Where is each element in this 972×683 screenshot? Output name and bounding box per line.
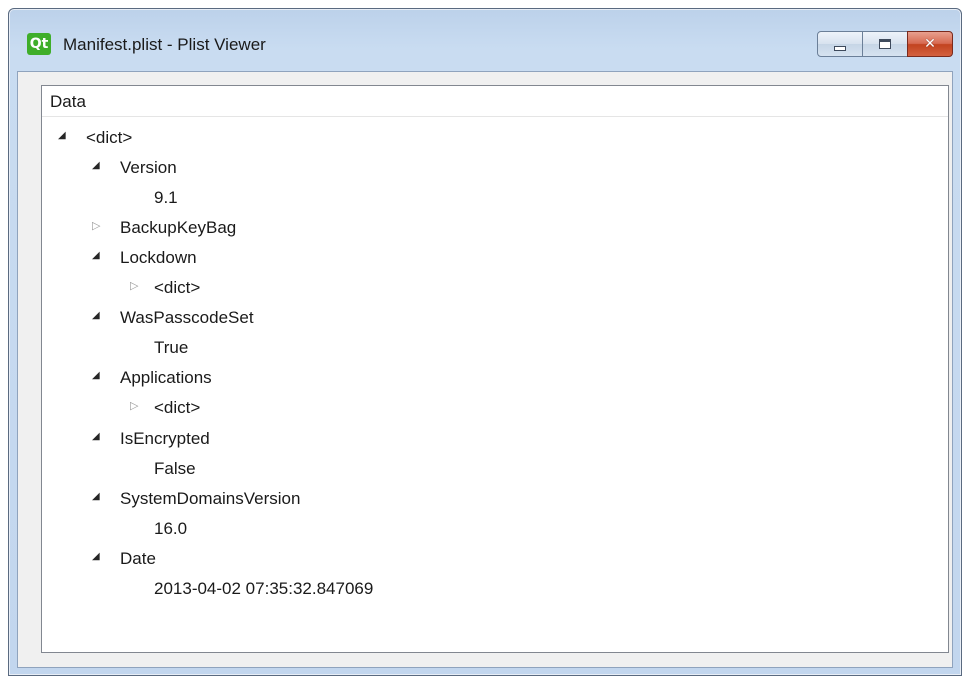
qt-logo-icon: Qt xyxy=(27,33,51,55)
close-icon: ✕ xyxy=(924,36,936,52)
tree-item-label: SystemDomainsVersion xyxy=(120,488,301,508)
expanded-arrow-icon[interactable]: ◢ xyxy=(92,251,100,261)
title-bar[interactable]: Qt Manifest.plist - Plist Viewer ✕ xyxy=(9,9,961,79)
plist-tree-view[interactable]: Data ◢ <dict> ◢ Version 9.1 ▷ BackupKeyBag ◢ Loc… xyxy=(41,85,949,653)
tree-item-label: Version xyxy=(120,158,177,178)
caption-buttons: ✕ xyxy=(817,31,953,57)
column-header-data: Data xyxy=(50,92,86,111)
app-window: Qt Manifest.plist - Plist Viewer ✕ Data … xyxy=(8,8,962,676)
expanded-arrow-icon[interactable]: ◢ xyxy=(92,161,100,171)
expanded-arrow-icon[interactable]: ◢ xyxy=(92,431,100,442)
tree-item-label: 16.0 xyxy=(154,518,188,538)
tree-item-label: IsEncrypted xyxy=(120,428,210,448)
tree-item-label: <dict> xyxy=(154,398,201,418)
collapsed-arrow-icon[interactable]: ▷ xyxy=(92,221,100,232)
tree-item-label: False xyxy=(154,458,196,478)
maximize-button[interactable] xyxy=(862,31,908,57)
expanded-arrow-icon[interactable]: ◢ xyxy=(92,311,100,321)
collapsed-arrow-icon[interactable]: ▷ xyxy=(130,401,138,412)
tree-item-label: Date xyxy=(120,548,156,568)
tree-item-label: WasPasscodeSet xyxy=(120,308,254,328)
collapsed-arrow-icon[interactable]: ▷ xyxy=(130,281,138,292)
tree-item-label: 2013-04-02 07:35:32.847069 xyxy=(154,578,374,598)
expanded-arrow-icon[interactable]: ◢ xyxy=(92,551,100,562)
expanded-arrow-icon[interactable]: ◢ xyxy=(92,491,100,502)
tree-item-label: 9.1 xyxy=(154,188,178,208)
client-area: Data ◢ <dict> ◢ Version 9.1 ▷ BackupKeyBag ◢ Loc… xyxy=(17,71,953,668)
minimize-button[interactable] xyxy=(817,31,863,57)
expanded-arrow-icon[interactable]: ◢ xyxy=(58,131,66,141)
tree-item-label: True xyxy=(154,338,189,358)
tree-item-label: BackupKeyBag xyxy=(120,218,237,238)
tree-header[interactable]: Data xyxy=(42,86,948,117)
window-title: Manifest.plist - Plist Viewer xyxy=(63,35,266,54)
tree-item-label: Applications xyxy=(120,368,212,388)
minimize-icon xyxy=(834,45,846,51)
tree-item-label: Lockdown xyxy=(120,248,197,268)
maximize-icon xyxy=(879,39,891,49)
close-button[interactable]: ✕ xyxy=(907,31,953,57)
expanded-arrow-icon[interactable]: ◢ xyxy=(92,371,100,381)
tree-item-label: <dict> xyxy=(154,278,201,298)
tree-item-label: <dict> xyxy=(86,128,133,147)
